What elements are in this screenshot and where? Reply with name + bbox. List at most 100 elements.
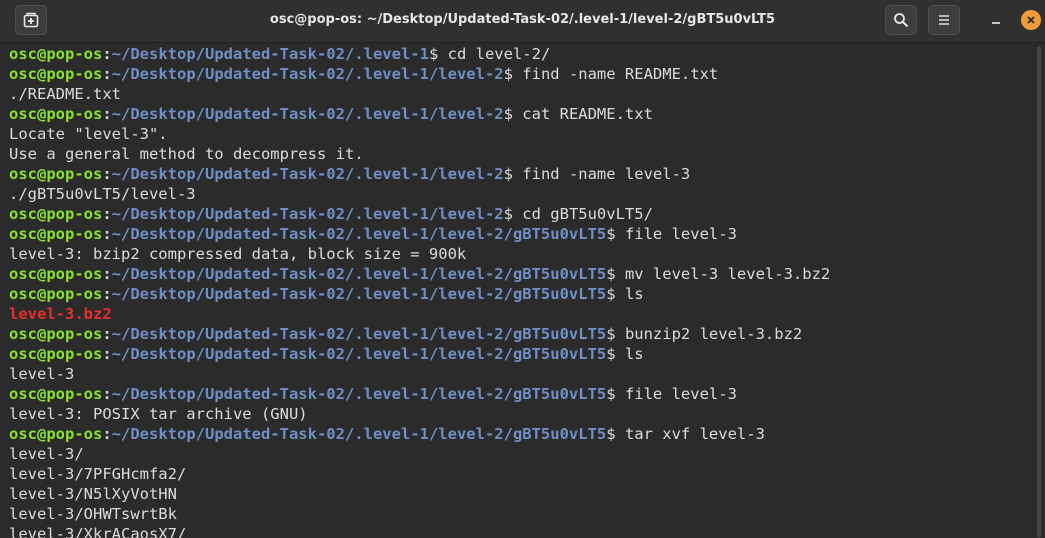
prompt-path: ~/Desktop/Updated-Task-02/.level-1/level… (111, 205, 504, 223)
prompt-path: ~/Desktop/Updated-Task-02/.level-1/level… (111, 65, 504, 83)
prompt-symbol: $ (606, 425, 625, 443)
minimize-icon (992, 22, 1000, 24)
prompt-user: osc@pop-os (9, 225, 103, 243)
output-text: level-3/XkrACaosX7/ (9, 525, 187, 538)
output-line: level-3: POSIX tar archive (GNU) (9, 404, 1035, 424)
command-text: cd gBT5u0vLT5/ (522, 205, 653, 223)
output-line: level-3/OHWTswrtBk (9, 504, 1035, 524)
prompt-path: ~/Desktop/Updated-Task-02/.level-1/level… (111, 265, 607, 283)
prompt-line: osc@pop-os:~/Desktop/Updated-Task-02/.le… (9, 224, 1035, 244)
output-text: Locate "level-3". (9, 125, 168, 143)
new-tab-icon (23, 12, 39, 28)
output-line: level-3/N5lXyVotHN (9, 484, 1035, 504)
prompt-symbol: $ (503, 65, 523, 83)
title-bar: osc@pop-os: ~/Desktop/Updated-Task-02/.l… (0, 0, 1045, 43)
prompt-line: osc@pop-os:~/Desktop/Updated-Task-02/.le… (9, 424, 1035, 444)
output-text: ./README.txt (9, 85, 121, 103)
prompt-user: osc@pop-os (9, 165, 103, 183)
prompt-separator: : (102, 45, 112, 63)
output-line: level-3/ (9, 444, 1035, 464)
output-line: ./README.txt (9, 84, 1035, 104)
output-text: level-3/N5lXyVotHN (9, 485, 177, 503)
command-text: file level-3 (624, 225, 737, 243)
hamburger-menu-icon (939, 15, 949, 25)
prompt-path: ~/Desktop/Updated-Task-02/.level-1/level… (111, 325, 607, 343)
prompt-line: osc@pop-os:~/Desktop/Updated-Task-02/.le… (9, 344, 1035, 364)
minimize-button[interactable] (986, 10, 1006, 30)
command-text: tar xvf level-3 (624, 425, 765, 443)
prompt-separator: : (102, 345, 112, 363)
menu-button[interactable] (928, 5, 960, 35)
command-text: find -name README.txt (522, 65, 719, 83)
prompt-user: osc@pop-os (9, 325, 103, 343)
prompt-user: osc@pop-os (9, 285, 103, 303)
prompt-user: osc@pop-os (9, 425, 103, 443)
command-text: ls (624, 285, 644, 303)
prompt-line: osc@pop-os:~/Desktop/Updated-Task-02/.le… (9, 264, 1035, 284)
prompt-separator: : (102, 265, 112, 283)
prompt-symbol: $ (606, 325, 625, 343)
close-button[interactable] (1021, 10, 1041, 30)
command-text: ls (624, 345, 644, 363)
prompt-user: osc@pop-os (9, 105, 103, 123)
output-line: level-3: bzip2 compressed data, block si… (9, 244, 1035, 264)
search-button[interactable] (885, 5, 917, 35)
prompt-symbol: $ (606, 285, 625, 303)
output-line: level-3 (9, 364, 1035, 384)
prompt-path: ~/Desktop/Updated-Task-02/.level-1/level… (111, 225, 607, 243)
prompt-line: osc@pop-os:~/Desktop/Updated-Task-02/.le… (9, 64, 1035, 84)
command-text: cd level-2/ (447, 45, 551, 63)
prompt-symbol: $ (503, 105, 523, 123)
output-line: ./gBT5u0vLT5/level-3 (9, 184, 1035, 204)
prompt-separator: : (102, 285, 112, 303)
command-text: find -name level-3 (522, 165, 691, 183)
command-text: file level-3 (624, 385, 737, 403)
prompt-line: osc@pop-os:~/Desktop/Updated-Task-02/.le… (9, 324, 1035, 344)
archive-file-name: level-3.bz2 (9, 305, 112, 323)
prompt-line: osc@pop-os:~/Desktop/Updated-Task-02/.le… (9, 104, 1035, 124)
prompt-line: osc@pop-os:~/Desktop/Updated-Task-02/.le… (9, 204, 1035, 224)
prompt-path: ~/Desktop/Updated-Task-02/.level-1/level… (111, 105, 504, 123)
output-text: level-3: POSIX tar archive (GNU) (9, 405, 308, 423)
prompt-separator: : (102, 425, 112, 443)
prompt-line: osc@pop-os:~/Desktop/Updated-Task-02/.le… (9, 164, 1035, 184)
output-text: level-3/ (9, 445, 84, 463)
output-text: level-3/OHWTswrtBk (9, 505, 177, 523)
output-line: level-3/XkrACaosX7/ (9, 524, 1035, 538)
prompt-symbol: $ (606, 265, 625, 283)
prompt-separator: : (102, 65, 112, 83)
prompt-symbol: $ (428, 45, 448, 63)
terminal-output: osc@pop-os:~/Desktop/Updated-Task-02/.le… (0, 43, 1035, 538)
prompt-symbol: $ (606, 345, 625, 363)
prompt-path: ~/Desktop/Updated-Task-02/.level-1/level… (111, 425, 607, 443)
output-text: ./gBT5u0vLT5/level-3 (9, 185, 196, 203)
prompt-separator: : (102, 105, 112, 123)
prompt-separator: : (102, 385, 112, 403)
prompt-user: osc@pop-os (9, 385, 103, 403)
prompt-user: osc@pop-os (9, 345, 103, 363)
new-tab-button[interactable] (15, 5, 47, 35)
prompt-path: ~/Desktop/Updated-Task-02/.level-1/level… (111, 285, 607, 303)
prompt-user: osc@pop-os (9, 45, 103, 63)
command-text: bunzip2 level-3.bz2 (624, 325, 803, 343)
prompt-line: osc@pop-os:~/Desktop/Updated-Task-02/.le… (9, 384, 1035, 404)
search-icon (894, 13, 909, 28)
scrollbar[interactable] (1037, 46, 1041, 538)
prompt-path: ~/Desktop/Updated-Task-02/.level-1/level… (111, 165, 504, 183)
prompt-separator: : (102, 225, 112, 243)
prompt-line: osc@pop-os:~/Desktop/Updated-Task-02/.le… (9, 44, 1035, 64)
prompt-path: ~/Desktop/Updated-Task-02/.level-1/level… (111, 345, 607, 363)
output-line: Locate "level-3". (9, 124, 1035, 144)
prompt-path: ~/Desktop/Updated-Task-02/.level-1/level… (111, 385, 607, 403)
prompt-user: osc@pop-os (9, 205, 103, 223)
terminal-view[interactable]: osc@pop-os:~/Desktop/Updated-Task-02/.le… (0, 43, 1035, 538)
prompt-symbol: $ (503, 205, 523, 223)
prompt-separator: : (102, 165, 112, 183)
prompt-separator: : (102, 325, 112, 343)
output-text: level-3 (9, 365, 75, 383)
output-line: level-3/7PFGHcmfa2/ (9, 464, 1035, 484)
prompt-symbol: $ (606, 385, 625, 403)
output-text: level-3: bzip2 compressed data, block si… (9, 245, 467, 263)
output-line: Use a general method to decompress it. (9, 144, 1035, 164)
close-icon (1027, 16, 1035, 24)
